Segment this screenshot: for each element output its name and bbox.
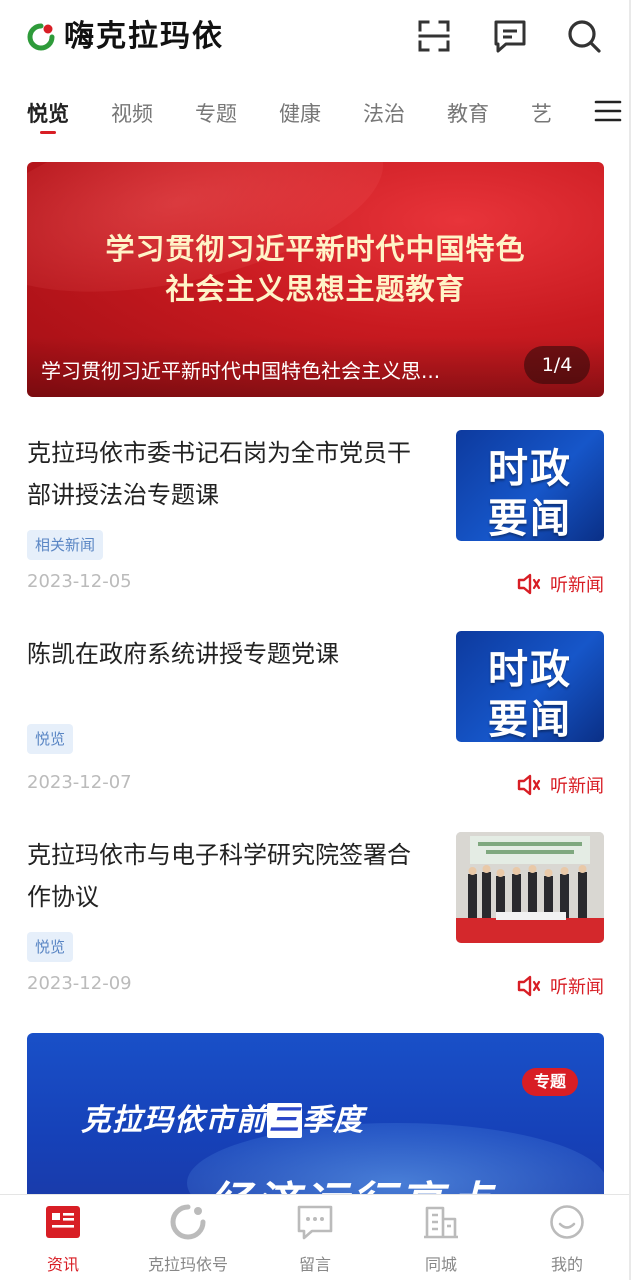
news-icon <box>46 1206 80 1238</box>
banner-headline-line1: 学习贯彻习近平新时代中国特色 <box>105 232 526 266</box>
news-thumbnail: 时政 要闻 <box>456 631 604 742</box>
active-tab-indicator <box>40 131 56 134</box>
special-title: 克拉玛依市前三季度 <box>81 1095 364 1139</box>
news-item[interactable]: 陈凯在政府系统讲授专题党课 悦览 2023-12-07 时政 要闻 听新闻 <box>27 631 604 821</box>
listen-news-label: 听新闻 <box>550 977 604 998</box>
app-title: 嗨克拉玛依 <box>64 19 224 54</box>
logo-mark-icon <box>27 23 55 51</box>
news-photo-thumbnail <box>456 832 604 943</box>
nav-item-karamay-account[interactable]: 克拉玛依号 <box>133 1203 243 1275</box>
nav-item-comment[interactable]: 留言 <box>260 1203 370 1275</box>
speaker-icon <box>517 975 541 997</box>
nav-label: 克拉玛依号 <box>147 1255 228 1274</box>
city-icon <box>424 1206 458 1239</box>
bottom-nav: 资讯 克拉玛依号 留言 同城 我的 <box>0 1194 631 1280</box>
banner-headline-line2: 社会主义思想主题教育 <box>165 272 466 306</box>
news-date: 2023-12-07 <box>27 772 132 793</box>
news-item[interactable]: 克拉玛依市委书记石岗为全市党员干部讲授法治专题课 相关新闻 2023-12-05… <box>27 430 604 620</box>
listen-news-button[interactable]: 听新闻 <box>516 973 604 999</box>
news-title: 克拉玛依市委书记石岗为全市党员干部讲授法治专题课 <box>27 439 411 509</box>
special-title-prefix: 克拉玛依市前 <box>81 1103 267 1138</box>
tab-law[interactable]: 法治 <box>363 98 405 128</box>
app-header: 嗨克拉玛依 <box>0 0 631 80</box>
karamay-account-icon <box>170 1204 206 1240</box>
nav-item-profile[interactable]: 我的 <box>512 1203 622 1275</box>
nav-item-news[interactable]: 资讯 <box>8 1203 118 1275</box>
scan-icon[interactable] <box>416 18 452 54</box>
menu-icon <box>594 100 622 122</box>
listen-news-button[interactable]: 听新闻 <box>516 571 604 597</box>
news-date: 2023-12-09 <box>27 973 132 994</box>
banner-caption: 学习贯彻习近平新时代中国特色社会主义思... <box>41 359 441 383</box>
nav-label: 资讯 <box>46 1255 79 1274</box>
nav-item-city[interactable]: 同城 <box>386 1203 496 1275</box>
tab-art[interactable]: 艺 <box>531 98 552 128</box>
special-title-highlight: 三 <box>267 1103 302 1138</box>
listen-news-label: 听新闻 <box>550 575 604 596</box>
speaker-icon <box>517 573 541 595</box>
category-tabs: 悦览 视频 专题 健康 法治 教育 艺 <box>0 90 631 140</box>
news-tag[interactable]: 悦览 <box>27 724 74 754</box>
search-icon[interactable] <box>566 18 602 54</box>
special-title-suffix: 季度 <box>302 1103 364 1138</box>
app-logo: 嗨克拉玛依 <box>26 18 224 56</box>
tab-topics[interactable]: 专题 <box>195 98 237 128</box>
news-item[interactable]: 克拉玛依市与电子科学研究院签署合作协议 悦览 2023-12-09 听新闻 <box>27 832 604 1022</box>
thumbnail-text: 要闻 <box>488 496 572 541</box>
listen-news-label: 听新闻 <box>550 776 604 797</box>
news-date: 2023-12-05 <box>27 571 132 592</box>
special-badge: 专题 <box>521 1068 578 1096</box>
message-icon[interactable] <box>492 18 528 54</box>
signing-ceremony-photo <box>456 832 604 943</box>
tab-video[interactable]: 视频 <box>111 98 153 128</box>
nav-label: 我的 <box>550 1255 583 1274</box>
comment-icon <box>297 1205 333 1240</box>
news-title: 克拉玛依市与电子科学研究院签署合作协议 <box>27 841 411 911</box>
banner-carousel[interactable]: 学习贯彻习近平新时代中国特色 社会主义思想主题教育 学习贯彻习近平新时代中国特色… <box>27 162 604 397</box>
tabs-menu-button[interactable] <box>585 90 631 136</box>
tab-education[interactable]: 教育 <box>447 98 489 128</box>
tab-yuelan[interactable]: 悦览 <box>27 98 69 128</box>
special-topic-banner[interactable]: 专题 克拉玛依市前三季度 经济运行亮点 <box>27 1033 604 1208</box>
news-title: 陈凯在政府系统讲授专题党课 <box>27 640 339 668</box>
nav-label: 同城 <box>424 1255 457 1274</box>
profile-icon <box>550 1205 584 1239</box>
thumbnail-text: 要闻 <box>488 697 572 742</box>
banner-page-counter: 1/4 <box>524 346 590 384</box>
news-tag[interactable]: 悦览 <box>27 932 74 962</box>
news-tag[interactable]: 相关新闻 <box>27 530 104 560</box>
speaker-icon <box>517 774 541 796</box>
listen-news-button[interactable]: 听新闻 <box>516 772 604 798</box>
tab-health[interactable]: 健康 <box>279 98 321 128</box>
nav-label: 留言 <box>298 1255 331 1274</box>
news-thumbnail: 时政 要闻 <box>456 430 604 541</box>
